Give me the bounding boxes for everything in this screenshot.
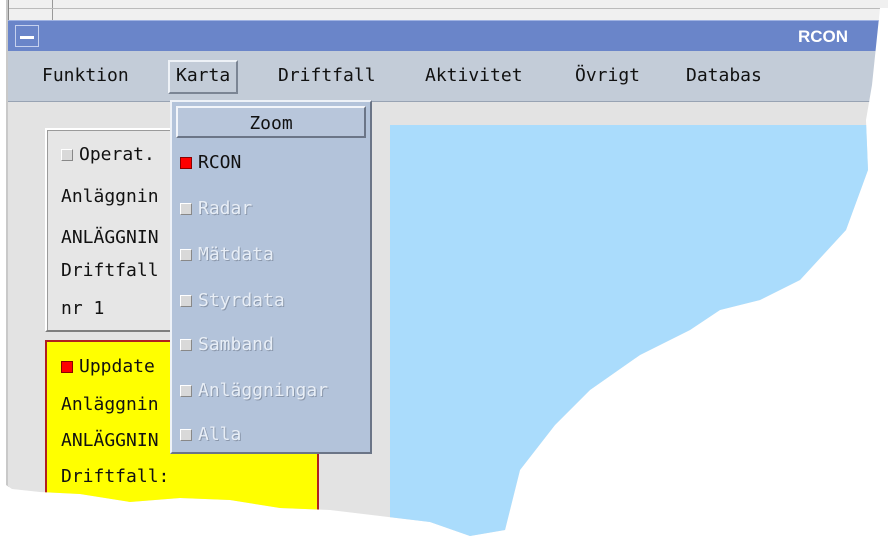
operator-line-driftfall: Driftfall: [61, 260, 159, 281]
menu-aktivitet[interactable]: Aktivitet: [425, 61, 523, 91]
window-edge-line: [52, 0, 53, 20]
menu-item-label: Styrdata: [198, 290, 285, 311]
operator-line-nr: nr 1: [61, 298, 105, 319]
menu-item-alla: Alla: [180, 420, 241, 450]
update-toggle[interactable]: Uppdate: [61, 356, 155, 377]
checkbox-checked-icon[interactable]: [61, 361, 73, 373]
background-window-edge: [8, 0, 888, 20]
menu-item-label: Anläggningar: [198, 380, 329, 401]
update-label: Uppdate: [79, 356, 155, 377]
checkbox-checked-icon: [180, 157, 192, 169]
menu-bar: Funktion Karta Driftfall Aktivitet Övrig…: [8, 51, 888, 102]
window-menu-button[interactable]: [15, 25, 39, 47]
menu-item-label: RCON: [198, 152, 242, 173]
menu-karta[interactable]: Karta: [168, 60, 239, 94]
menu-item-zoom[interactable]: Zoom: [176, 106, 366, 138]
karta-dropdown-menu: Zoom RCON Radar Mätdata Styrdata Samband…: [170, 100, 372, 454]
checkbox-icon: [180, 249, 192, 261]
window-title: RCON: [797, 27, 848, 46]
menu-item-label: Samband: [198, 334, 274, 355]
update-line-anlaggning-upper: ANLÄGGNIN: [61, 430, 159, 451]
menu-item-rcon[interactable]: RCON: [180, 148, 241, 178]
map-view[interactable]: [390, 125, 888, 536]
checkbox-icon[interactable]: [61, 149, 73, 161]
operator-toggle[interactable]: Operat.: [61, 144, 155, 165]
checkbox-icon: [180, 203, 192, 215]
menu-ovrigt[interactable]: Övrigt: [575, 61, 640, 91]
menu-databas[interactable]: Databas: [686, 61, 762, 91]
checkbox-icon: [180, 339, 192, 351]
menu-item-label: Mätdata: [198, 244, 274, 265]
menu-item-samband: Samband: [180, 330, 274, 360]
menu-driftfall[interactable]: Driftfall: [278, 61, 376, 91]
menu-item-label: Alla: [198, 424, 242, 445]
operator-label: Operat.: [79, 144, 155, 165]
window-edge-line: [8, 8, 888, 9]
update-line-driftfall: Driftfall:: [61, 466, 170, 487]
update-line-anlaggning: Anläggnin: [61, 394, 159, 415]
operator-panel: Operat. Anläggnin ANLÄGGNIN Driftfall nr…: [45, 128, 189, 332]
checkbox-icon: [180, 295, 192, 307]
menu-item-anlaggningar: Anläggningar: [180, 376, 328, 406]
operator-line-anlaggning-upper: ANLÄGGNIN: [61, 227, 159, 248]
checkbox-icon: [180, 385, 192, 397]
menu-item-radar: Radar: [180, 194, 252, 224]
screenshot-area: RCON Funktion Karta Driftfall Aktivitet …: [0, 0, 888, 536]
menu-item-label: Radar: [198, 198, 253, 219]
checkbox-icon: [180, 429, 192, 441]
menu-item-matdata: Mätdata: [180, 240, 274, 270]
menu-funktion[interactable]: Funktion: [42, 61, 129, 91]
title-bar[interactable]: RCON: [8, 20, 888, 52]
minus-icon: [20, 36, 34, 39]
menu-item-styrdata: Styrdata: [180, 286, 285, 316]
operator-line-anlaggning: Anläggnin: [61, 186, 159, 207]
